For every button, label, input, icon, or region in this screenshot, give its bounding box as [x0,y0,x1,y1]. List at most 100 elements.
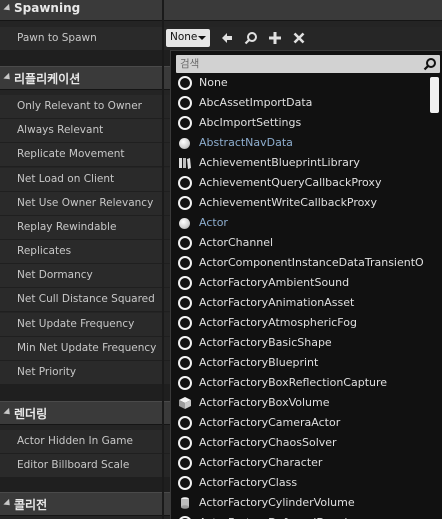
class-name: ActorFactoryBasicShape [199,336,332,349]
class-name: ActorFactoryBoxVolume [199,396,330,409]
category-title: 콜리전 [14,498,48,512]
class-list-item[interactable]: ActorFactoryBasicShape [171,333,429,353]
expand-arrow-icon[interactable] [3,498,13,509]
class-ring-icon [178,476,192,490]
class-list-item[interactable]: ActorFactoryChaosSolver [171,433,429,453]
property-label: Net Dormancy [17,269,93,281]
property-label: Pawn to Spawn [17,32,97,44]
class-ring-icon [178,96,192,110]
class-ring-icon [178,236,192,250]
class-ring-icon [178,296,192,310]
search-box [176,55,440,73]
class-list-item[interactable]: ActorFactoryAtmosphericFog [171,313,429,333]
pawn-class-combo[interactable]: None [166,29,210,47]
property-label: Replicate Movement [17,148,125,160]
class-list-item[interactable]: ActorFactoryBoxReflectionCapture [171,373,429,393]
class-picker-popup: None AbcAssetImportData AbcImportSettings A… [170,50,442,519]
class-name: ActorFactoryAmbientSound [199,276,350,289]
class-ring-icon [178,316,192,330]
class-list-item[interactable]: ActorFactoryCylinderVolume [171,493,429,513]
class-list-item[interactable]: ActorFactoryCharacter [171,453,429,473]
property-label: Replicates [17,245,72,257]
category-spawning[interactable]: Spawning [0,0,442,21]
class-name: ActorFactoryAtmosphericFog [199,316,357,329]
class-ring-icon [178,356,192,370]
class-name: ActorChannel [199,236,274,249]
class-list-item[interactable]: ActorFactoryAnimationAsset [171,293,429,313]
search-input[interactable] [176,55,421,73]
property-label: Net Cull Distance Squared [17,293,155,305]
class-name: ActorFactoryCharacter [199,456,323,469]
arrow-left-icon[interactable] [218,29,236,47]
box-volume-icon [178,396,192,410]
class-list-item[interactable]: Actor [171,213,429,233]
class-list-item[interactable]: None [171,73,429,93]
class-name: ActorFactoryClass [199,476,298,489]
property-label: Actor Hidden In Game [17,435,133,447]
class-name: AbcAssetImportData [199,96,313,109]
property-label: Always Relevant [17,124,104,136]
class-ring-icon [178,416,192,430]
class-ring-icon [178,116,192,130]
blueprint-library-icon [178,156,192,170]
class-list-item[interactable]: AchievementBlueprintLibrary [171,153,429,173]
class-ring-icon [178,256,192,270]
property-label: Replay Rewindable [17,221,117,233]
class-name: ActorFactoryCylinderVolume [199,496,355,509]
scrollbar-thumb[interactable] [430,77,439,113]
expand-arrow-icon[interactable] [3,72,13,83]
class-name: ActorFactoryBoxReflectionCapture [199,376,388,389]
close-icon[interactable] [290,29,308,47]
class-name: None [199,76,228,89]
plus-icon[interactable] [266,29,284,47]
class-ring-icon [178,436,192,450]
class-name: ActorFactoryChaosSolver [199,436,337,449]
combo-value: None [170,31,198,43]
class-list-item[interactable]: AbcImportSettings [171,113,429,133]
class-list-item[interactable]: ActorFactoryCameraActor [171,413,429,433]
search-icon[interactable] [242,29,260,47]
expand-arrow-icon[interactable] [3,407,13,418]
class-list-item[interactable]: AbstractNavData [171,133,429,153]
actor-sphere-icon [179,138,190,149]
column-splitter[interactable] [162,0,164,519]
class-ring-icon [178,76,192,90]
class-name: AchievementBlueprintLibrary [199,156,360,169]
class-list-item[interactable]: ActorChannel [171,233,429,253]
class-ring-icon [178,176,192,190]
class-name: AbstractNavData [199,136,293,149]
property-label: Only Relevant to Owner [17,100,142,112]
search-icon [423,58,436,71]
class-ring-icon [178,196,192,210]
property-label: Net Update Frequency [17,318,135,330]
expand-arrow-icon[interactable] [3,3,13,14]
class-list-item[interactable]: AchievementWriteCallbackProxy [171,193,429,213]
class-name: AbcImportSettings [199,116,302,129]
cylinder-volume-icon [178,496,192,510]
class-list-item[interactable]: ActorFactoryClass [171,473,429,493]
class-list-item[interactable]: ActorFactoryDeferredDecal [171,513,429,519]
class-ring-icon [178,276,192,290]
class-ring-icon [178,336,192,350]
chevron-down-icon [198,36,206,40]
class-list-item[interactable]: AchievementQueryCallbackProxy [171,173,429,193]
class-name: ActorFactoryCameraActor [199,416,341,429]
class-ring-icon [178,376,192,390]
class-name: ActorFactoryBlueprint [199,356,319,369]
class-list-item[interactable]: ActorFactoryAmbientSound [171,273,429,293]
class-name: AchievementWriteCallbackProxy [199,196,378,209]
category-title: 리플리케이션 [14,72,81,86]
details-panel: Spawning Pawn to Spawn 리플리케이션 Only Relev… [0,0,442,519]
category-title: Spawning [14,1,81,15]
property-label: Net Load on Client [17,173,115,185]
class-list-item[interactable]: AbcAssetImportData [171,93,429,113]
class-name: ActorFactoryAnimationAsset [199,296,355,309]
category-title: 렌더링 [14,407,48,421]
class-name: Actor [199,216,228,229]
class-list-item[interactable]: ActorFactoryBoxVolume [171,393,429,413]
actor-sphere-icon [179,218,190,229]
class-list-item[interactable]: ActorFactoryBlueprint [171,353,429,373]
class-ring-icon [178,456,192,470]
class-list-item[interactable]: ActorComponentInstanceDataTransientO [171,253,429,273]
property-label: Min Net Update Frequency [17,342,157,354]
